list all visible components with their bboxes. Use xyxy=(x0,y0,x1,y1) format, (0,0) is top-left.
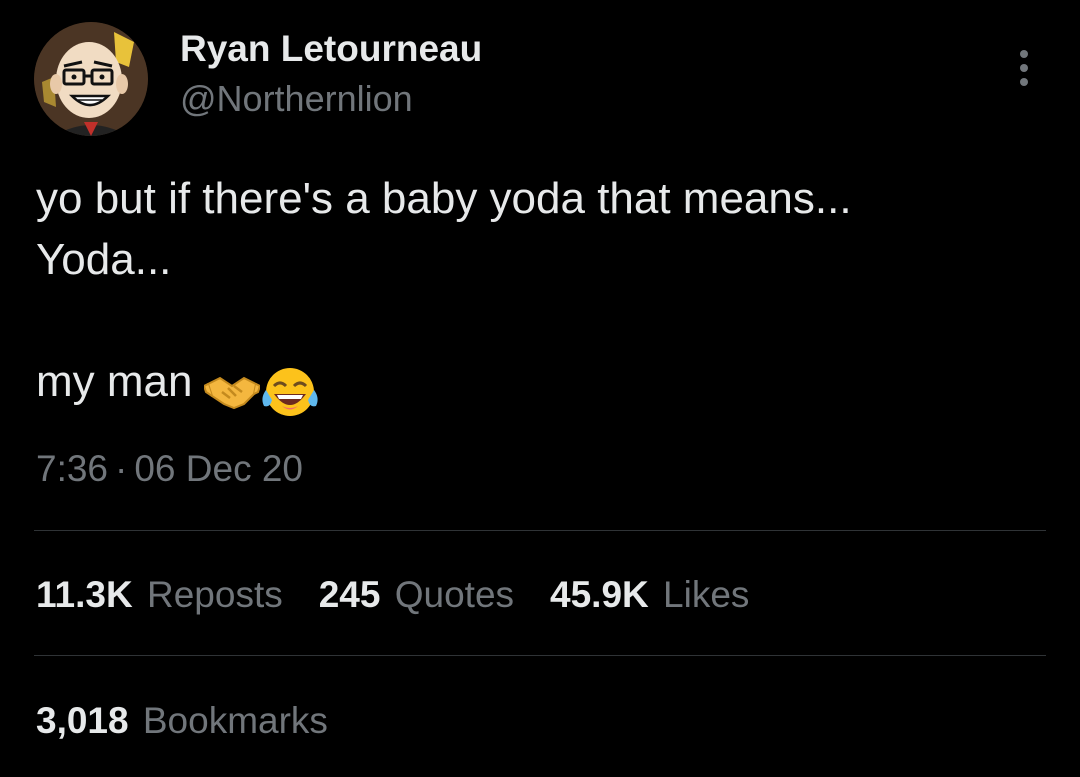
reposts-label: Reposts xyxy=(146,574,283,615)
reposts-count: 11.3K xyxy=(36,574,133,615)
divider xyxy=(34,655,1046,656)
author-name[interactable]: Ryan Letourneau xyxy=(180,28,482,70)
bookmarks-count: 3,018 xyxy=(36,700,129,741)
tweet-timestamp[interactable]: 7:36 · 06 Dec 20 xyxy=(36,448,303,490)
bookmarks-label: Bookmarks xyxy=(142,700,328,741)
more-options-icon xyxy=(1020,50,1028,86)
tweet: Ryan Letourneau @Northernlion yo but if … xyxy=(0,0,1080,777)
likes-label: Likes xyxy=(663,574,750,615)
tears-of-joy-emoji xyxy=(262,368,319,417)
tweet-line-3: my man xyxy=(36,357,193,406)
more-options-button[interactable] xyxy=(1004,46,1044,90)
quotes-label: Quotes xyxy=(394,574,515,615)
tweet-line-1: yo but if there's a baby yoda that means… xyxy=(36,174,852,223)
likes-count: 45.9K xyxy=(550,574,649,615)
quotes-stat[interactable]: 245 Quotes xyxy=(319,574,514,616)
tweet-time: 7:36 xyxy=(36,448,109,489)
quotes-count: 245 xyxy=(318,574,381,615)
tweet-line-2: Yoda... xyxy=(36,235,172,284)
avatar[interactable] xyxy=(34,22,148,136)
emoji-group xyxy=(204,359,320,420)
timestamp-separator: · xyxy=(115,448,128,489)
author-handle[interactable]: @Northernlion xyxy=(180,78,413,120)
divider xyxy=(34,530,1046,531)
likes-stat[interactable]: 45.9K Likes xyxy=(550,574,749,616)
tweet-text: yo but if there's a baby yoda that means… xyxy=(36,168,1046,420)
bookmarks-stat[interactable]: 3,018 Bookmarks xyxy=(36,700,328,742)
reposts-stat[interactable]: 11.3K Reposts xyxy=(36,574,283,616)
bookmarks-stat-inner: 3,018 Bookmarks xyxy=(36,700,328,742)
engagement-stats: 11.3K Reposts 245 Quotes 45.9K Likes xyxy=(36,574,785,616)
handshake-emoji xyxy=(204,377,261,410)
avatar-image xyxy=(34,22,148,136)
tweet-date: 06 Dec 20 xyxy=(134,448,304,489)
